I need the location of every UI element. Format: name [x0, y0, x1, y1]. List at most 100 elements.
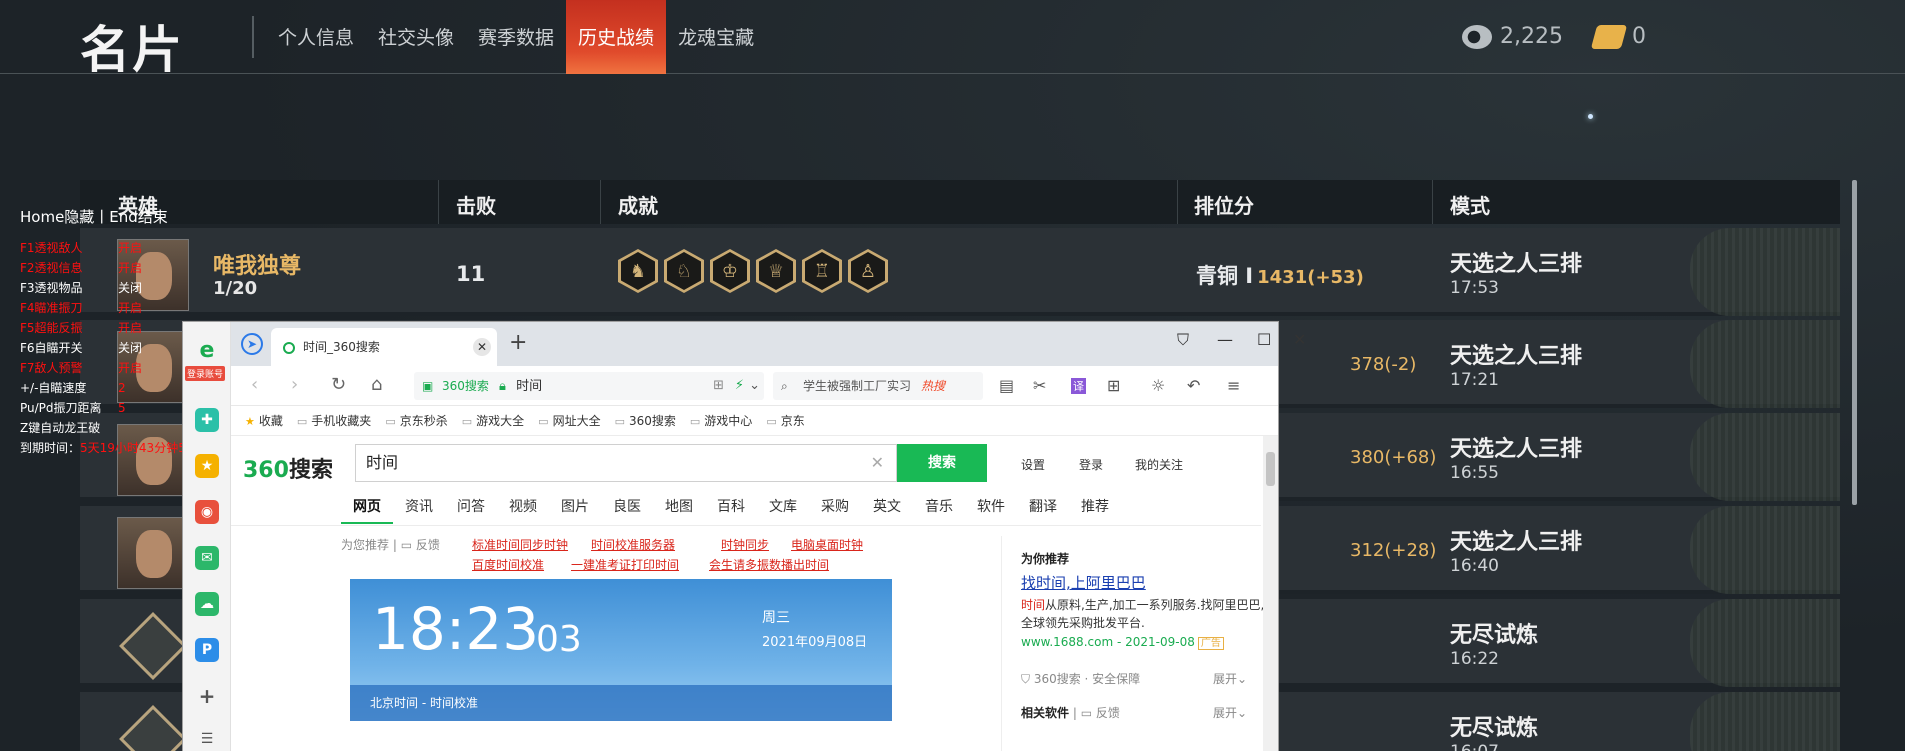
search-button[interactable]: 搜索: [897, 444, 987, 482]
cloud-icon[interactable]: ☁: [195, 592, 219, 616]
fav-item[interactable]: 收藏: [245, 412, 283, 429]
achievement-badge-icon: ♔: [710, 249, 750, 293]
tab-web[interactable]: 网页: [341, 490, 393, 524]
rec-link[interactable]: 会生请多振数播出时间: [709, 556, 829, 573]
browser-logo-icon[interactable]: e: [195, 338, 219, 363]
tab-treasure[interactable]: 龙魂宝藏: [666, 0, 766, 74]
rec-link[interactable]: 时钟同步: [721, 536, 769, 553]
list-icon[interactable]: ☰: [195, 727, 219, 751]
fav-item[interactable]: 游戏中心: [690, 412, 752, 429]
time-footer-link[interactable]: 北京时间 - 时间校准: [350, 685, 892, 721]
tab-purchase[interactable]: 采购: [809, 490, 861, 524]
refresh-icon[interactable]: ↻: [331, 374, 346, 395]
mail-icon[interactable]: ✉: [195, 546, 219, 570]
rec-link[interactable]: 百度时间校准: [472, 556, 544, 573]
add-icon[interactable]: +: [195, 684, 219, 708]
url-field[interactable]: ▣ 360搜索 🔒︎ 时间 ⊞ ⚡ ⌄: [414, 372, 764, 400]
expand-link[interactable]: 展开⌄: [1213, 670, 1263, 688]
tab-video[interactable]: 视频: [497, 490, 549, 524]
fav-item[interactable]: 手机收藏夹: [297, 412, 371, 429]
undo-icon[interactable]: ↶: [1187, 376, 1200, 395]
tab-profile[interactable]: 个人信息: [266, 0, 366, 74]
rank-score: 312(+28): [1350, 540, 1437, 561]
search-input[interactable]: 时间 ✕: [355, 444, 897, 482]
weibo-icon[interactable]: ◉: [195, 500, 219, 524]
tab-wenku[interactable]: 文库: [757, 490, 809, 524]
rec-link[interactable]: 时间校准服务器: [591, 536, 675, 553]
fav-item[interactable]: 360搜索: [615, 412, 676, 429]
plus-app-icon[interactable]: ✚: [195, 408, 219, 432]
lightning-icon[interactable]: ⚡: [735, 372, 744, 400]
col-sep: [1177, 180, 1178, 224]
rec-link[interactable]: 一建准考证打印时间: [571, 556, 679, 573]
login-badge[interactable]: 登录账号: [185, 366, 226, 381]
tab-baike[interactable]: 百科: [705, 490, 757, 524]
sun-icon[interactable]: ☼: [1151, 376, 1165, 395]
achievement-badge-icon: ♖: [802, 249, 842, 293]
rank-score: 青铜 I 1431(+53): [1196, 264, 1364, 288]
rec-link[interactable]: 电脑桌面时钟: [791, 536, 863, 553]
tab-english[interactable]: 英文: [861, 490, 913, 524]
login-link[interactable]: 登录: [1079, 456, 1103, 473]
tab-avatar[interactable]: 社交头像: [366, 0, 466, 74]
tab-image[interactable]: 图片: [549, 490, 601, 524]
top-bar: 名片 个人信息 社交头像 赛季数据 历史战绩 龙魂宝藏 2,225 0: [0, 0, 1905, 79]
fav-item[interactable]: 京东秒杀: [385, 412, 448, 429]
shirt-icon[interactable]: ⛉: [1177, 330, 1189, 350]
grid-icon[interactable]: ⊞: [713, 372, 724, 400]
new-tab-icon[interactable]: +: [509, 330, 527, 355]
tab-history[interactable]: 历史战绩: [566, 0, 667, 74]
tab-map[interactable]: 地图: [653, 490, 705, 524]
browser-window: e 登录账号 ✚ ★ ◉ ✉ ☁ P + ☰ ➤ 时间_360搜索 ✕ + ⛉ …: [183, 322, 1306, 751]
col-sep: [600, 180, 601, 224]
close-tab-icon[interactable]: ✕: [473, 338, 491, 356]
page-scrollbar[interactable]: [1263, 436, 1278, 751]
menu-icon[interactable]: ≡: [1227, 376, 1240, 395]
apps-grid-icon[interactable]: ⊞: [1107, 376, 1120, 395]
tab-translate[interactable]: 翻译: [1017, 490, 1069, 524]
search-suggest-field[interactable]: ⌕ 学生被强制工厂实习 热搜: [773, 372, 983, 400]
fav-item[interactable]: 网址大全: [538, 412, 601, 429]
back-icon[interactable]: ‹: [251, 374, 258, 395]
tab-season[interactable]: 赛季数据: [466, 0, 566, 74]
table-scrollbar[interactable]: [1852, 180, 1857, 505]
follow-link[interactable]: 我的关注: [1135, 456, 1183, 473]
rec-link[interactable]: 标准时间同步时钟: [472, 536, 568, 553]
ad-link[interactable]: 找时间,上阿里巴巴: [1021, 572, 1146, 593]
clock-seconds: 03: [536, 619, 582, 660]
chevron-down-icon[interactable]: ⌄: [749, 372, 760, 400]
placement: 1/20: [213, 278, 258, 299]
tab-music[interactable]: 音乐: [913, 490, 965, 524]
star-icon[interactable]: ★: [195, 454, 219, 478]
trident-icon: [117, 610, 189, 682]
col-mode: 模式: [1450, 194, 1490, 218]
tab-doctor[interactable]: 良医: [601, 490, 653, 524]
tab-news[interactable]: 资讯: [393, 490, 445, 524]
browser-tab[interactable]: 时间_360搜索 ✕: [271, 328, 497, 366]
scissors-icon[interactable]: ✂: [1033, 376, 1046, 395]
reader-icon[interactable]: ▤: [999, 376, 1014, 395]
navigate-icon[interactable]: ➤: [241, 333, 263, 355]
expand-link[interactable]: 展开⌄: [1213, 704, 1263, 722]
ad-site[interactable]: www.1688.com - 2021-09-08 广告: [1021, 634, 1224, 650]
forward-icon[interactable]: ›: [291, 374, 298, 395]
home-icon[interactable]: ⌂: [371, 374, 382, 395]
tab-software[interactable]: 软件: [965, 490, 1017, 524]
translate-icon[interactable]: 译: [1071, 378, 1086, 394]
360-logo[interactable]: 360搜索: [243, 452, 333, 484]
table-row[interactable]: 唯我独尊 1/20 11 ♞ ♘ ♔ ♕ ♖ ♙ 青铜 I 1431(+53) 天…: [80, 228, 1840, 316]
close-window-icon[interactable]: ✕: [1293, 330, 1306, 349]
maximize-icon[interactable]: ☐: [1257, 330, 1271, 349]
clear-icon[interactable]: ✕: [871, 445, 884, 481]
fav-item[interactable]: 游戏大全: [462, 412, 524, 429]
fav-item[interactable]: 京东: [766, 412, 805, 429]
minimize-icon[interactable]: —: [1217, 330, 1233, 349]
p-app-icon[interactable]: P: [195, 638, 219, 662]
achievement-badges: ♞ ♘ ♔ ♕ ♖ ♙: [618, 249, 888, 293]
tab-recommend[interactable]: 推荐: [1069, 490, 1121, 524]
search-icon: ⌕: [781, 379, 788, 393]
mode-name: 天选之人三排: [1450, 344, 1583, 369]
tab-qa[interactable]: 问答: [445, 490, 497, 524]
col-divider: [1001, 536, 1002, 751]
settings-link[interactable]: 设置: [1021, 456, 1045, 473]
